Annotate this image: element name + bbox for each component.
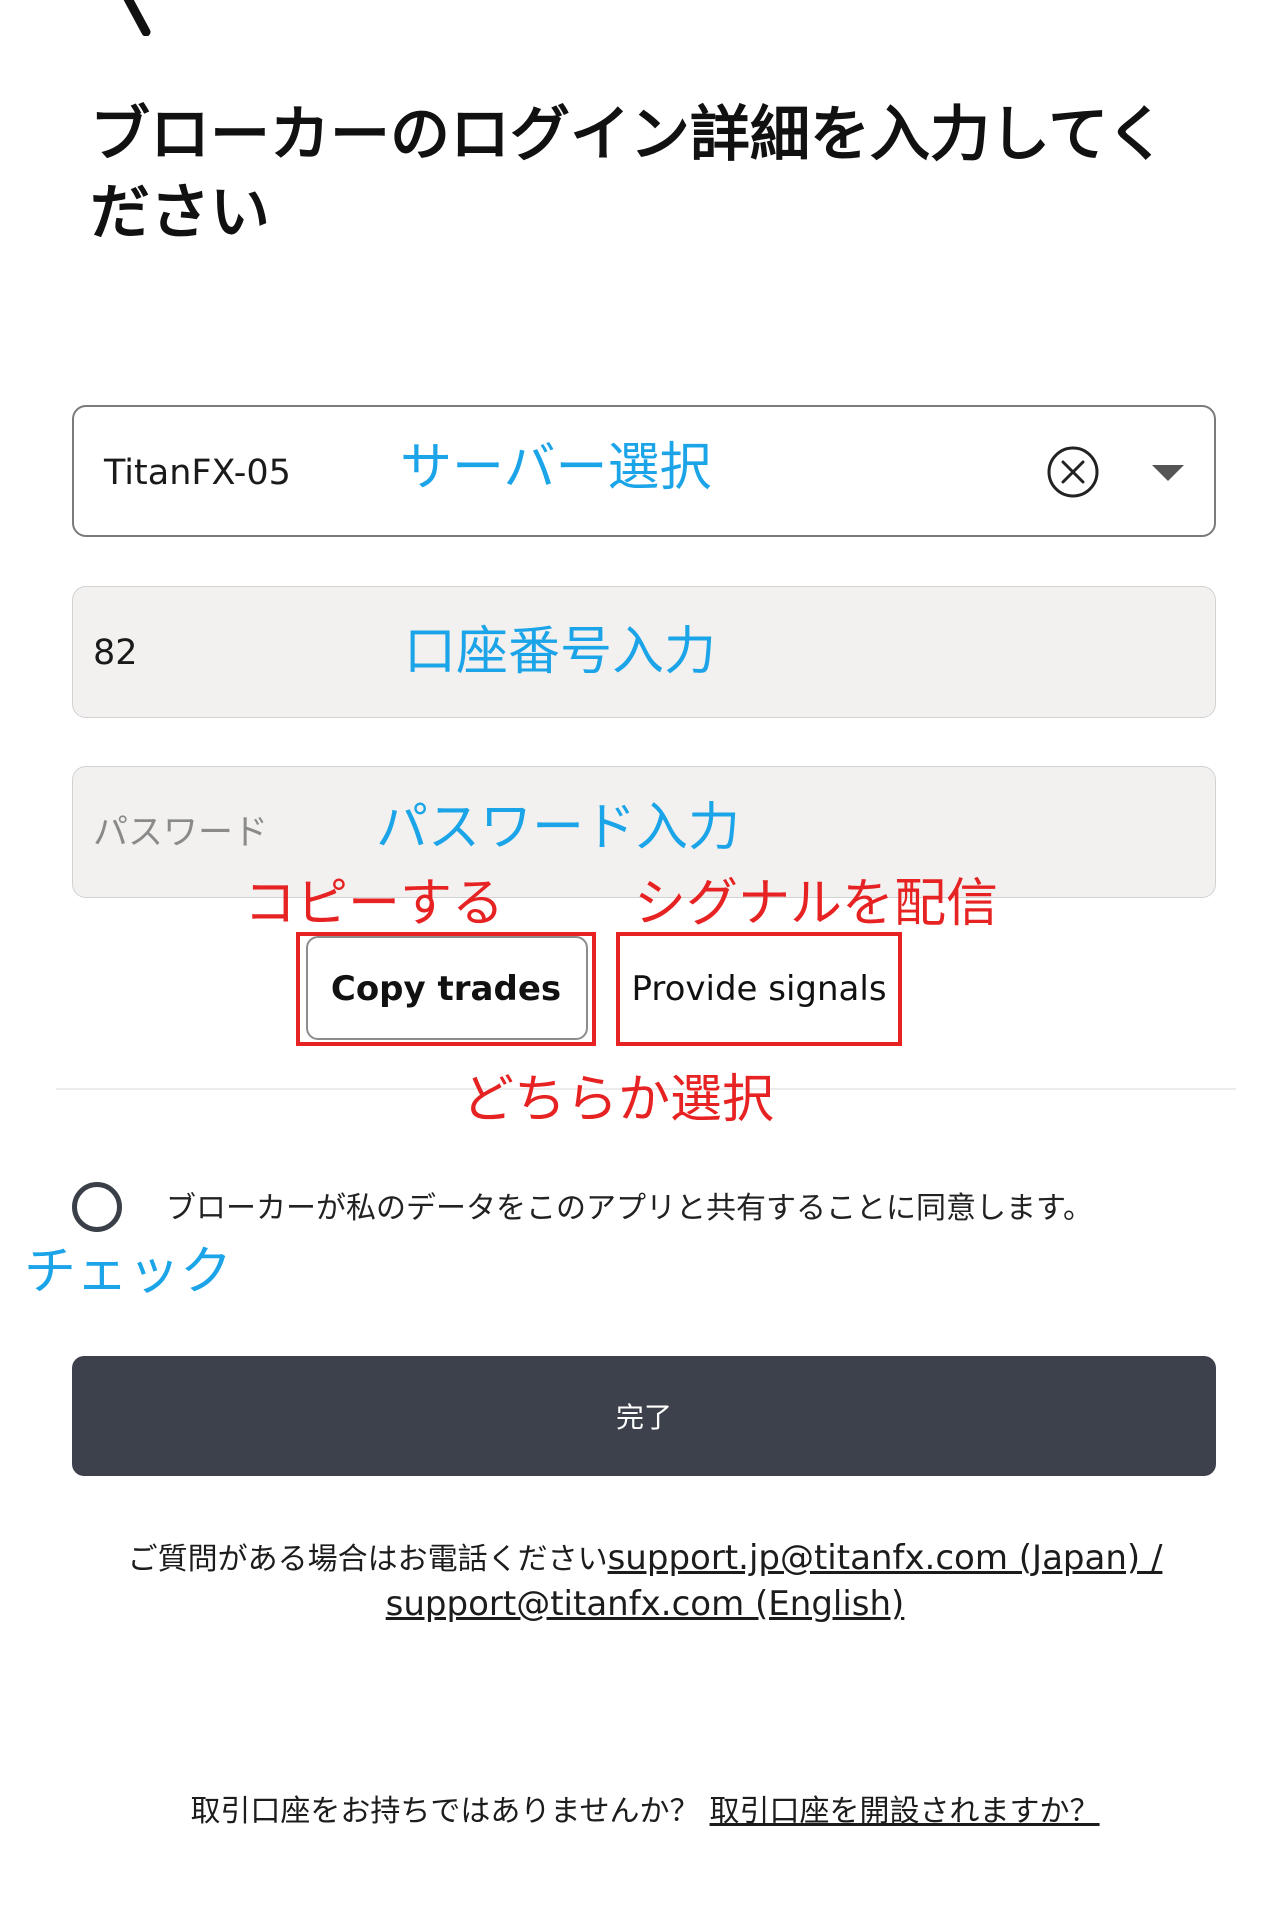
page-title: ブローカーのログイン詳細を入力してください bbox=[90, 100, 1167, 248]
provide-signals-button[interactable]: Provide signals bbox=[616, 932, 902, 1046]
annotation-password: パスワード入力 bbox=[376, 798, 741, 858]
server-value: TitanFX-05 bbox=[104, 453, 291, 493]
open-account-link[interactable]: 取引口座を開設されますか？ bbox=[710, 1794, 1100, 1829]
footer: 取引口座をお持ちではありませんか？ 取引口座を開設されますか？ bbox=[40, 1790, 1250, 1834]
copy-trades-button[interactable]: Copy trades bbox=[296, 932, 596, 1046]
annotation-provide: シグナルを配信 bbox=[634, 874, 999, 934]
dropdown-icon[interactable] bbox=[1152, 463, 1184, 483]
support-prefix: ご質問がある場合はお電話ください bbox=[127, 1542, 608, 1577]
annotation-account: 口座番号入力 bbox=[404, 622, 717, 682]
annotation-choose: どちらか選択 bbox=[462, 1070, 775, 1130]
submit-button[interactable]: 完了 bbox=[72, 1356, 1216, 1476]
footer-question: 取引口座をお持ちではありませんか？ bbox=[190, 1794, 700, 1829]
support-info: ご質問がある場合はお電話くださいsupport.jp@titanfx.com (… bbox=[90, 1536, 1200, 1626]
back-arrow-icon[interactable] bbox=[88, 0, 158, 36]
account-number-value: 82 bbox=[93, 633, 138, 673]
annotation-server: サーバー選択 bbox=[400, 438, 712, 498]
consent-text: ブローカーが私のデータをこのアプリと共有することに同意します。 bbox=[166, 1191, 1093, 1226]
password-input[interactable] bbox=[93, 803, 393, 863]
provide-signals-label: Provide signals bbox=[631, 969, 887, 1009]
clear-icon[interactable] bbox=[1046, 445, 1100, 499]
consent-radio[interactable] bbox=[72, 1182, 122, 1232]
annotation-copy: コピーする bbox=[244, 874, 505, 934]
copy-trades-label: Copy trades bbox=[330, 969, 562, 1009]
annotation-check: チェック bbox=[24, 1242, 233, 1302]
